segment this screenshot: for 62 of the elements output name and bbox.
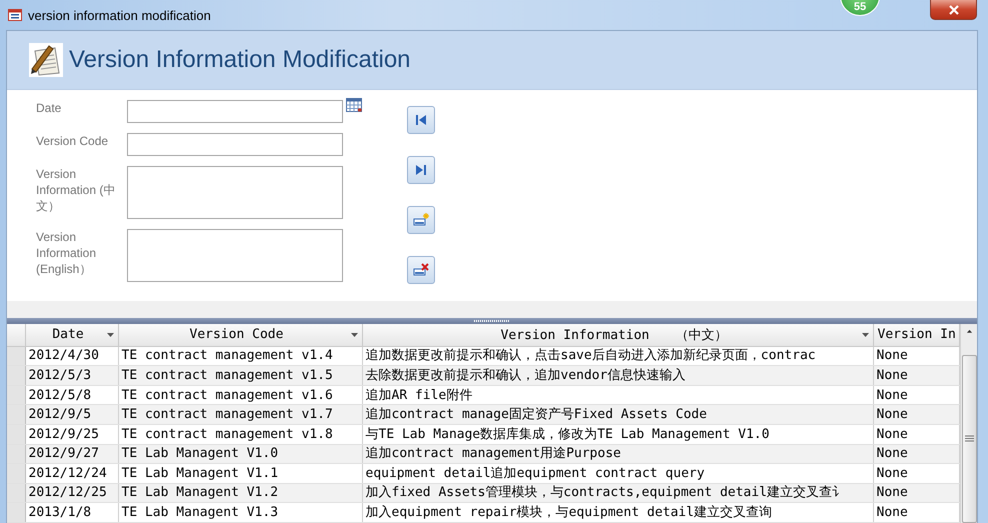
scrollbar-thumb[interactable] bbox=[962, 354, 976, 523]
delete-record-button[interactable] bbox=[407, 256, 435, 284]
table-cell: 2013/1/8 bbox=[25, 502, 118, 522]
table-cell: 2012/9/5 bbox=[25, 404, 118, 424]
grip-icon bbox=[964, 435, 974, 442]
column-header[interactable]: Version In bbox=[873, 324, 959, 346]
table-cell: TE contract management v1.5 bbox=[118, 366, 362, 386]
table-cell: 2012/12/25 bbox=[25, 483, 118, 503]
first-record-icon bbox=[413, 112, 429, 128]
last-record-icon bbox=[413, 162, 429, 178]
table-cell: 加入fixed Assets管理模块，与contracts,equipment detail建立交叉查讠 bbox=[362, 483, 873, 503]
table-cell: TE Lab Managent V1.1 bbox=[118, 464, 362, 484]
new-record-button[interactable] bbox=[407, 206, 435, 234]
close-button[interactable] bbox=[930, 0, 977, 20]
column-header[interactable]: Date bbox=[25, 324, 118, 346]
dropdown-arrow-icon bbox=[106, 332, 114, 337]
field-label: Version Information (English） bbox=[36, 229, 98, 277]
table-cell: 加入equipment repair模块，与equipment detail建立交叉查询 bbox=[362, 502, 873, 522]
column-header[interactable]: Version Code bbox=[118, 324, 362, 346]
table-cell: 2012/5/3 bbox=[25, 366, 118, 386]
table-cell: equipment detail追加equipment contract query bbox=[362, 464, 873, 484]
form-heading: Version Information Modification bbox=[69, 46, 411, 74]
table-cell: None bbox=[873, 464, 959, 484]
table-cell: TE contract management v1.8 bbox=[118, 424, 362, 444]
table-cell: None bbox=[873, 483, 959, 503]
table-cell: TE Lab Managent V1.3 bbox=[118, 502, 362, 522]
window-title: version information modification bbox=[28, 8, 211, 22]
new-record-icon bbox=[413, 212, 429, 228]
notification-badge: 55 bbox=[840, 0, 880, 16]
close-icon bbox=[948, 4, 960, 14]
table-cell: 2012/9/25 bbox=[25, 424, 118, 444]
calendar-icon[interactable] bbox=[346, 98, 362, 112]
table-cell: 与TE Lab Manage数据库集成，修改为TE Lab Management V1.0 bbox=[362, 424, 873, 444]
table-cell: TE Lab Managent V1.0 bbox=[118, 444, 362, 464]
table-cell: None bbox=[873, 366, 959, 386]
input-field[interactable] bbox=[127, 133, 343, 156]
table-cell: None bbox=[873, 444, 959, 464]
delete-record-icon bbox=[413, 262, 429, 278]
field-label: Version Code bbox=[36, 133, 110, 149]
table-cell: TE Lab Managent V1.2 bbox=[118, 483, 362, 503]
table-cell: 追加contract manage固定资产号Fixed Assets Code bbox=[362, 404, 873, 424]
last-record-button[interactable] bbox=[407, 156, 435, 184]
table-cell: None bbox=[873, 502, 959, 522]
field-label: Date bbox=[36, 100, 62, 116]
first-record-button[interactable] bbox=[407, 106, 435, 134]
text-area[interactable] bbox=[127, 166, 343, 219]
field-label: Version Information (中文） bbox=[36, 166, 116, 214]
table-cell: 2012/9/27 bbox=[25, 444, 118, 464]
date-field[interactable] bbox=[127, 100, 343, 123]
table-cell: TE contract management v1.7 bbox=[118, 404, 362, 424]
table-cell: 2012/12/24 bbox=[25, 464, 118, 484]
table-cell: None bbox=[873, 424, 959, 444]
dropdown-arrow-icon bbox=[350, 332, 358, 337]
text-area[interactable] bbox=[127, 229, 343, 282]
table-cell: 追加contract management用途Purpose bbox=[362, 444, 873, 464]
dropdown-arrow-icon bbox=[862, 332, 868, 337]
paper-and-pen-icon bbox=[29, 43, 63, 77]
row-selector[interactable] bbox=[7, 346, 25, 366]
column-header[interactable]: Version Information （中文） bbox=[362, 324, 873, 346]
table-cell: None bbox=[873, 404, 959, 424]
form-window-icon bbox=[8, 9, 22, 21]
table-cell: 去除数据更改前提示和确认，追加vendor信息快速输入 bbox=[362, 366, 873, 386]
